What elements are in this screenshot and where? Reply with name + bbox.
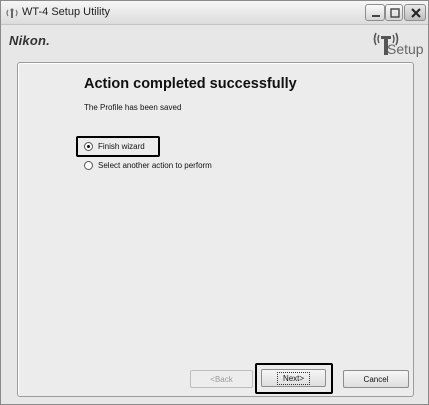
setup-window: WT-4 Setup Utility Nikon. Setup Action c… — [0, 0, 429, 405]
close-icon — [411, 8, 421, 18]
page-title: Action completed successfully — [84, 76, 297, 92]
radio-button[interactable] — [84, 160, 93, 170]
cancel-button[interactable]: Cancel — [343, 370, 409, 388]
setup-logo-text: Setup — [387, 41, 424, 57]
select-another-action-label: Select another action to perform — [98, 160, 212, 170]
nikon-logo: Nikon. — [9, 33, 50, 48]
window-title: WT-4 Setup Utility — [22, 6, 111, 18]
minimize-icon — [372, 15, 380, 17]
select-another-action-option[interactable]: Select another action to perform — [84, 159, 212, 171]
cancel-button-label: Cancel — [363, 374, 389, 384]
next-button[interactable]: Next> — [261, 369, 326, 387]
content-panel: Action completed successfully The Profil… — [17, 62, 414, 397]
status-message: The Profile has been saved — [84, 103, 182, 112]
finish-wizard-option[interactable]: Finish wizard — [84, 140, 145, 152]
maximize-button[interactable] — [385, 4, 403, 21]
next-button-label: Next> — [276, 371, 311, 385]
app-icon — [5, 6, 19, 20]
title-bar: WT-4 Setup Utility — [1, 1, 428, 25]
radio-button-selected[interactable] — [84, 141, 93, 151]
minimize-button[interactable] — [365, 4, 385, 21]
back-button: <Back — [190, 370, 253, 388]
back-button-label: <Back — [210, 374, 233, 384]
finish-wizard-label: Finish wizard — [98, 141, 145, 151]
close-button[interactable] — [404, 4, 426, 21]
maximize-icon — [390, 8, 400, 18]
app-header: Nikon. Setup — [1, 26, 428, 60]
